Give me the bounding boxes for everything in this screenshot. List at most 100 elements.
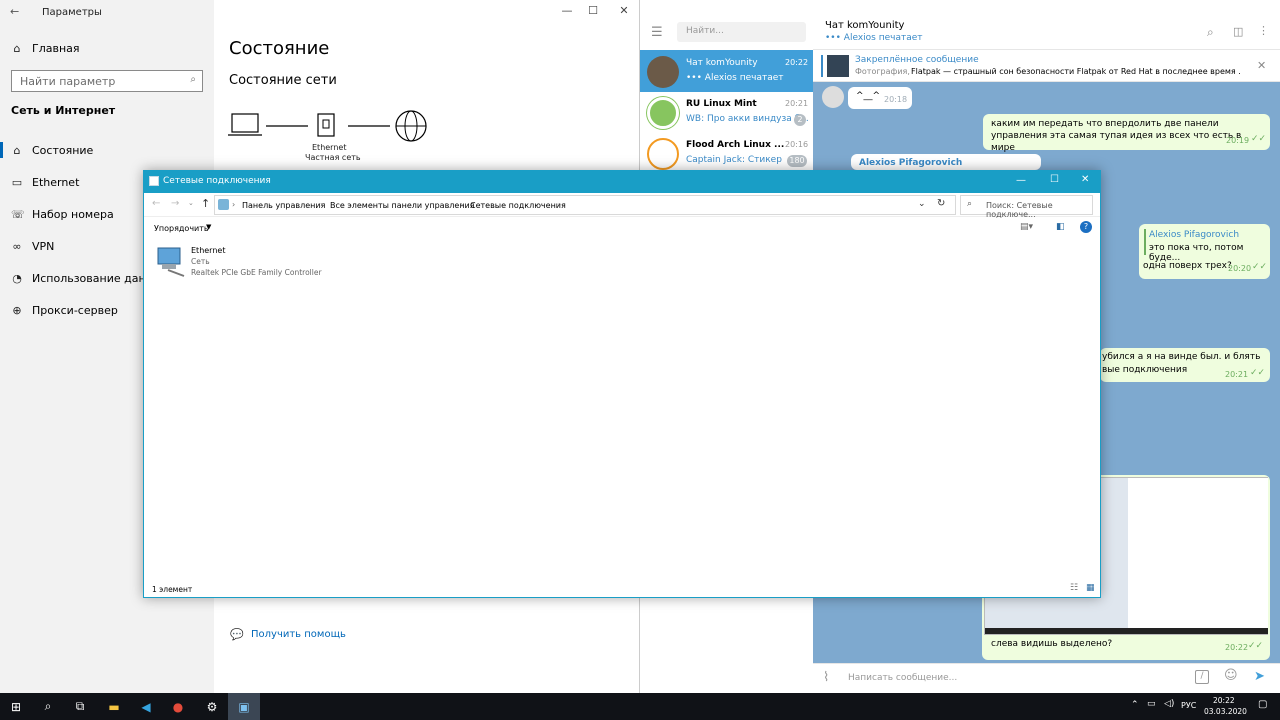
network-tray-icon[interactable]: ▭ [1147,699,1156,709]
send-icon[interactable]: ➤ [1254,669,1265,684]
chrome-icon[interactable]: ● [162,693,194,720]
network-diagram [228,110,427,142]
message-text: вые подключения [1102,365,1188,375]
organize-dropdown-icon: ▼ [206,223,212,231]
back-icon[interactable]: ← [152,198,160,209]
sidebar-item-label: Состояние [32,143,94,157]
message-text: слева видишь выделено? [991,639,1113,649]
close-button[interactable]: ✕ [1081,174,1089,185]
telegram-icon[interactable]: ◀ [130,693,162,720]
maximize-button[interactable]: ☐ [1050,174,1059,185]
pinned-thumbnail [827,55,849,77]
dialup-icon: ☏ [11,207,25,221]
start-icon[interactable]: ⊞ [0,693,32,720]
tiles-view-icon[interactable]: ▦ [1086,583,1095,593]
sidebar-item-label: Прокси-сервер [32,303,118,317]
close-button[interactable]: ✕ [609,4,639,17]
breadcrumb-separator-icon: › [320,200,324,209]
message-text: одна поверх трех? [1143,261,1232,271]
message-time: 20:20 [1228,264,1252,273]
address-toolbar: ← → ⌄ ↑ › Панель управления › Все элемен… [144,193,1100,219]
recent-dropdown-icon[interactable]: ⌄ [188,199,194,207]
refresh-icon[interactable]: ↻ [937,198,945,209]
read-check-icon: ✓✓ [1248,641,1264,651]
breadcrumb-item[interactable]: Сетевые подключения [470,201,566,210]
home-item[interactable]: ⌂ Главная [0,32,214,64]
address-bar[interactable]: › Панель управления › Все элементы панел… [214,195,956,215]
search-icon[interactable]: ⌕ [1207,25,1214,40]
breadcrumb-item[interactable]: Панель управления [242,201,325,210]
sidebar-item-label: Набор номера [32,207,114,221]
thumb-panel [1128,478,1268,634]
message-bubble: Alexios Pifagorovich [851,154,1041,170]
up-icon[interactable]: ↑ [201,197,210,210]
forward-icon[interactable]: → [171,198,179,209]
quote-accent [1144,229,1146,255]
help-icon[interactable]: ? [1080,221,1092,233]
chat-time: 20:22 [785,58,809,67]
address-dropdown-icon[interactable]: ⌄ [918,199,926,209]
unread-badge: 2 [794,114,806,126]
chat-status: ••• Alexios печатает [825,33,923,43]
details-view-icon[interactable]: ☷ [1070,583,1078,593]
chat-item-linux-mint[interactable]: RU Linux Mint 20:21 WB: Про акки виндуза… [640,92,813,134]
breadcrumb-item[interactable]: Все элементы панели управления [330,201,475,210]
close-pinned-icon[interactable]: ✕ [1257,59,1266,72]
clock-time[interactable]: 20:22 [1213,696,1235,705]
emoji-icon[interactable]: ☺ [1224,668,1238,683]
task-view-icon[interactable]: ⧉ [64,693,96,720]
settings-icon[interactable]: ⚙ [196,693,228,720]
maximize-button[interactable]: ☐ [578,4,608,17]
network-connections-window: Сетевые подключения — ☐ ✕ ← → ⌄ ↑ › Пане… [143,170,1101,598]
chat-item-komyounity[interactable]: Чат komYounity 20:22 ••• Alexios печатае… [640,50,813,92]
organize-button[interactable]: Упорядочить [154,224,209,233]
taskbar: ⊞ ⌕ ⧉ ▬ ◀ ● ⚙ ▣ ⌃ ▭ ◁) РУС 20:22 03.03.2… [0,693,1280,720]
section-header: Сеть и Интернет [11,104,116,117]
settings-title: Параметры [42,7,102,18]
message-input[interactable]: Написать сообщение... [848,673,957,683]
attach-icon[interactable]: ⌇ [823,670,829,685]
explorer-search-input[interactable]: ⌕ Поиск: Сетевые подключе... [960,195,1093,219]
help-link[interactable]: Получить помощь [251,629,346,640]
search-placeholder: Найти параметр [20,75,116,88]
vpn-icon: ∞ [12,239,22,253]
linux-mint-avatar [647,97,679,129]
sidebar-toggle-icon[interactable]: ◫ [1233,25,1243,38]
arch-avatar [647,138,679,170]
connection-device: Realtek PCIe GbE Family Controller [191,268,322,277]
read-check-icon: ✓✓ [1250,368,1266,378]
language-indicator[interactable]: РУС [1181,701,1196,710]
search-icon[interactable]: ⌕ [32,693,64,720]
proxy-icon: ⊕ [12,303,22,317]
back-icon[interactable]: ← [10,5,19,18]
clock-date[interactable]: 03.03.2020 [1204,707,1247,716]
file-explorer-icon[interactable]: ▬ [98,693,130,720]
globe-icon [395,110,427,142]
home-icon: ⌂ [13,41,21,55]
command-bar: Упорядочить ▼ ▤▾ ◧ ? [144,218,1100,240]
more-icon[interactable]: ⋮ [1258,24,1269,37]
notifications-icon[interactable]: ▢ [1258,699,1267,710]
tray-overflow-icon[interactable]: ⌃ [1131,700,1139,710]
command-icon[interactable]: / [1195,670,1209,684]
avatar [647,56,679,88]
view-options-icon[interactable]: ▤▾ [1020,222,1033,232]
preview-pane-icon[interactable]: ◧ [1056,222,1065,232]
chat-item-arch-flood[interactable]: Flood Arch Linux ... 20:16 Captain Jack:… [640,134,813,170]
sidebar-item-status[interactable]: ⌂ Состояние [0,134,214,166]
chat-preview: Captain Jack: Стикер [686,155,782,165]
menu-icon[interactable]: ☰ [651,25,663,40]
pinned-message-bar[interactable]: Закреплённое сообщение Фотография, Flatp… [813,50,1280,82]
chat-preview: WB: Про акки виндуза б... [686,114,809,124]
connection-item-ethernet[interactable]: Ethernet Сеть Realtek PCIe GbE Family Co… [152,244,332,280]
pinned-prefix: Фотография, [855,67,910,76]
chat-preview: ••• Alexios печатает [686,73,784,83]
ethernet-icon: ▭ [11,175,23,189]
read-check-icon: ✓✓ [1251,134,1267,144]
settings-search-input[interactable]: Найти параметр ⌕ [11,70,203,92]
search-icon: ⌕ [967,199,973,209]
telegram-search-input[interactable]: Найти... [677,22,806,42]
volume-icon[interactable]: ◁) [1164,699,1174,709]
minimize-button[interactable]: — [1016,175,1026,186]
network-connections-taskbar-icon[interactable]: ▣ [228,693,260,720]
